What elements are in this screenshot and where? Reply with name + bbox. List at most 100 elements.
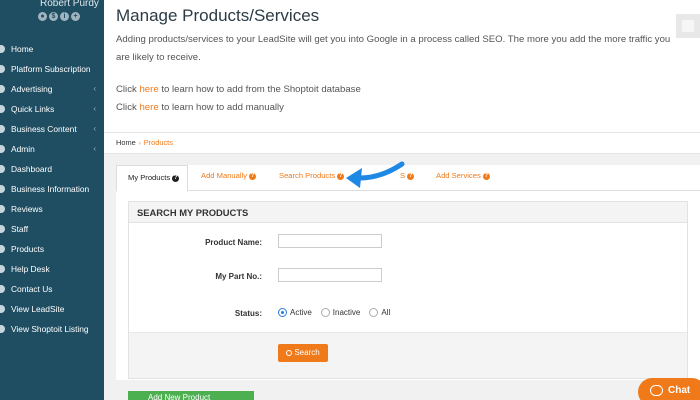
annotation-arrow-icon [346, 161, 405, 188]
contact-icon [0, 285, 5, 293]
question-icon: ? [249, 172, 257, 180]
sidebar-item-dashboard[interactable]: Dashboard [0, 159, 104, 179]
chat-bubble-icon [650, 385, 663, 396]
link-icon [0, 105, 5, 113]
tab-label: Add Services [436, 171, 481, 180]
sidebar-nav: Home Platform Subscription Advertising ‹ … [0, 39, 104, 339]
sidebar-item-label: Reviews [11, 204, 43, 214]
tab-my-products[interactable]: My Products? [116, 165, 189, 192]
plus-icon[interactable]: + [71, 12, 80, 21]
sidebar-item-home[interactable]: Home [0, 39, 104, 59]
sidebar-item-staff[interactable]: Staff [0, 219, 104, 239]
sidebar-item-help-desk[interactable]: Help Desk [0, 259, 104, 279]
chevron-left-icon: ‹ [93, 144, 96, 153]
sidebar-item-label: Business Content [11, 124, 77, 134]
tab-bar: My Products? Add Manually? Search Produc… [116, 165, 700, 192]
listing-icon [0, 325, 5, 333]
info-icon [0, 185, 5, 193]
chevron-left-icon: ‹ [93, 84, 96, 93]
status-option-active[interactable]: Active [278, 308, 312, 317]
radio-icon [320, 308, 330, 317]
products-card: My Products? Add Manually? Search Produc… [116, 165, 700, 380]
part-no-input[interactable] [278, 268, 382, 282]
sidebar-item-platform-subscription[interactable]: Platform Subscription [0, 59, 104, 79]
help-line-manual: Click here to learn how to add manually [116, 102, 284, 113]
products-icon [0, 245, 5, 253]
sidebar-item-label: Products [11, 244, 45, 254]
product-name-label: Product Name: [205, 238, 262, 247]
profile-icons: ● $ i + [38, 12, 80, 21]
home-icon [0, 45, 5, 53]
sidebar: Robert Purdy ● $ i + Home Platform Subsc… [0, 0, 104, 400]
part-no-label: My Part No.: [215, 272, 262, 281]
breadcrumb-home[interactable]: Home [116, 138, 136, 147]
search-button-label: Search [294, 348, 320, 357]
panel-title: SEARCH MY PRODUCTS [129, 202, 687, 223]
help-line-suffix: to learn how to add from the Shoptoit da… [158, 84, 361, 95]
question-icon: ? [482, 172, 490, 180]
help-link-manual[interactable]: here [139, 102, 158, 113]
search-button[interactable]: Search [278, 344, 328, 362]
help-link-database[interactable]: here [139, 84, 158, 95]
info-icon[interactable]: i [60, 12, 69, 21]
tab-label: My Products [128, 173, 171, 182]
panel-action-bar: Search [129, 332, 687, 378]
add-new-product-button[interactable]: Add New Product [128, 391, 254, 400]
radio-icon [369, 308, 379, 317]
status-option-inactive[interactable]: Inactive [320, 308, 361, 317]
radio-label: All [381, 308, 391, 317]
collapse-icon[interactable] [676, 14, 700, 38]
profile-name[interactable]: Robert Purdy [40, 0, 99, 9]
radio-label: Inactive [332, 308, 361, 317]
chevron-left-icon: ‹ [93, 124, 96, 133]
question-icon: ? [407, 172, 415, 180]
status-option-all[interactable]: All [369, 308, 390, 317]
tab-label: Search Products [279, 171, 336, 180]
breadcrumb-current: Products [143, 138, 173, 147]
chat-button-label: Chat [668, 385, 691, 396]
chevron-left-icon: ‹ [93, 104, 96, 113]
sidebar-item-contact-us[interactable]: Contact Us [0, 279, 104, 299]
sidebar-item-admin[interactable]: Admin ‹ [0, 139, 104, 159]
tab-search-products[interactable]: Search Products? [279, 171, 345, 180]
sidebar-item-business-information[interactable]: Business Information [0, 179, 104, 199]
product-name-input[interactable] [278, 234, 382, 248]
sidebar-item-advertising[interactable]: Advertising ‹ [0, 79, 104, 99]
help-icon [0, 265, 5, 273]
chat-button[interactable]: Chat [638, 378, 700, 400]
dollar-icon[interactable]: $ [49, 12, 58, 21]
radio-checked-icon [278, 308, 287, 317]
user-icon[interactable]: ● [38, 12, 47, 21]
help-line-prefix: Click [116, 84, 140, 95]
sidebar-item-label: Advertising [11, 84, 53, 94]
sidebar-item-reviews[interactable]: Reviews [0, 199, 104, 219]
page-header: Manage Products/Services Adding products… [104, 0, 700, 132]
intro-text: Adding products/services to your LeadSit… [116, 34, 671, 63]
sidebar-item-quick-links[interactable]: Quick Links ‹ [0, 99, 104, 119]
sidebar-item-label: Quick Links [11, 104, 55, 114]
search-panel: SEARCH MY PRODUCTS Product Name: My Part… [128, 201, 688, 379]
tab-add-manually[interactable]: Add Manually? [201, 171, 257, 180]
sidebar-item-label: Admin [11, 144, 35, 154]
status-label: Status: [234, 309, 262, 318]
sidebar-item-view-leadsite[interactable]: View LeadSite [0, 299, 104, 319]
tab-add-services[interactable]: Add Services? [436, 171, 490, 180]
help-line-suffix: to learn how to add manually [158, 102, 284, 113]
sidebar-item-products[interactable]: Products [0, 239, 104, 259]
breadcrumb-separator: › [138, 141, 141, 147]
help-line-database: Click here to learn how to add from the … [116, 84, 361, 95]
sidebar-item-label: Home [11, 44, 34, 54]
admin-icon [0, 145, 5, 153]
page-title: Manage Products/Services [116, 6, 320, 25]
question-icon: ? [172, 174, 180, 182]
sidebar-item-label: View Shoptoit Listing [11, 324, 89, 334]
sidebar-item-label: View LeadSite [11, 304, 65, 314]
sidebar-item-view-shoptoit-listing[interactable]: View Shoptoit Listing [0, 319, 104, 339]
sidebar-item-label: Staff [11, 224, 29, 234]
dashboard-icon [0, 165, 5, 173]
sidebar-item-label: Contact Us [11, 284, 53, 294]
breadcrumb: Home › Products [104, 132, 700, 154]
sidebar-item-label: Business Information [11, 184, 90, 194]
sidebar-item-business-content[interactable]: Business Content ‹ [0, 119, 104, 139]
status-radio-group: Active Inactive All [278, 308, 396, 317]
